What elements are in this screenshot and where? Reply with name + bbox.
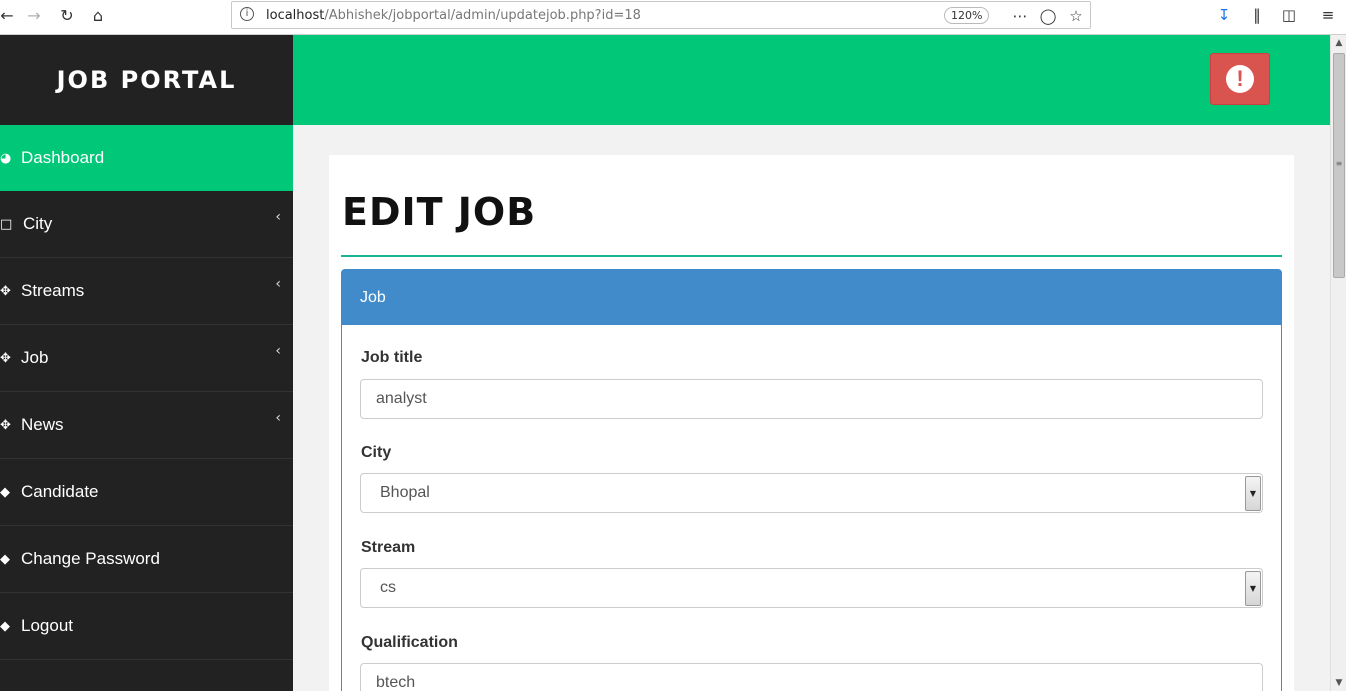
diamond-icon: ◆	[0, 618, 10, 634]
diamond-icon: ◆	[0, 484, 10, 500]
sidebar-item-label: Streams	[21, 281, 85, 300]
page-title: EDIT JOB	[342, 190, 537, 234]
pocket-icon[interactable]: ◯	[1038, 6, 1058, 26]
home-icon[interactable]: ⌂	[85, 3, 111, 27]
chevron-left-icon: ‹	[275, 276, 281, 292]
page-actions-icon[interactable]: ⋯	[1010, 6, 1030, 26]
chevron-left-icon: ‹	[275, 410, 281, 426]
qualification-input[interactable]: btech	[360, 663, 1263, 691]
sidebar-item-label: Change Password	[21, 549, 160, 568]
download-icon[interactable]: ↧	[1213, 4, 1235, 26]
sidebar-item-dashboard[interactable]: ◕ Dashboard	[0, 125, 293, 191]
grip-icon: ≡	[1335, 159, 1343, 168]
chevron-left-icon: ‹	[275, 209, 281, 225]
sidebar-toggle-icon[interactable]: ◫	[1278, 4, 1300, 26]
city-selected-value: Bhopal	[380, 484, 430, 501]
city-label: City	[361, 444, 392, 461]
browser-toolbar: ← → ↻ ⌂ i localhost/Abhishek/jobportal/a…	[0, 0, 1346, 35]
sidebar-item-logout[interactable]: ◆ Logout	[0, 593, 293, 660]
bookmark-star-icon[interactable]: ☆	[1066, 6, 1086, 26]
qualification-label: Qualification	[361, 634, 458, 651]
url-path: /Abhishek/jobportal/admin/updatejob.php?…	[324, 8, 641, 23]
info-icon[interactable]: i	[240, 7, 254, 21]
job-panel: Job Job title analyst City Bhopal ▼ Stre…	[341, 269, 1282, 691]
library-icon[interactable]: ‖	[1246, 4, 1268, 26]
url-host: localhost	[266, 8, 325, 23]
sidebar-item-city[interactable]: □ City ‹	[0, 191, 293, 258]
page-scrollbar[interactable]: ▲ ≡ ▼	[1330, 35, 1346, 691]
sidebar-item-label: Candidate	[21, 482, 99, 501]
back-arrow-icon[interactable]: ←	[0, 3, 20, 27]
reload-icon[interactable]: ↻	[54, 3, 80, 27]
zoom-level-badge[interactable]: 120%	[944, 7, 990, 24]
sitemap-icon: ✥	[0, 417, 11, 433]
sidebar-item-news[interactable]: ✥ News ‹	[0, 392, 293, 459]
sitemap-icon: ✥	[0, 350, 11, 366]
city-select[interactable]: Bhopal ▼	[360, 473, 1263, 513]
sidebar: JOB PORTAL ◕ Dashboard □ City ‹ ✥ Stream…	[0, 35, 293, 691]
job-title-input[interactable]: analyst	[360, 379, 1263, 419]
panel-heading: Job	[342, 270, 1281, 325]
scroll-down-arrow-icon[interactable]: ▼	[1331, 675, 1346, 691]
chevron-left-icon: ‹	[275, 343, 281, 359]
sidebar-item-candidate[interactable]: ◆ Candidate	[0, 459, 293, 526]
scroll-up-arrow-icon[interactable]: ▲	[1331, 35, 1346, 51]
sidebar-item-label: Logout	[21, 616, 73, 635]
stream-select[interactable]: cs ▼	[360, 568, 1263, 608]
url-text[interactable]: localhost/Abhishek/jobportal/admin/updat…	[266, 8, 641, 23]
menu-icon[interactable]: ≡	[1317, 4, 1339, 26]
dropdown-arrow-icon[interactable]: ▼	[1245, 571, 1261, 606]
stream-selected-value: cs	[380, 579, 396, 596]
alert-button[interactable]: !	[1210, 53, 1270, 105]
scrollbar-thumb[interactable]: ≡	[1333, 53, 1345, 278]
title-divider	[341, 255, 1282, 257]
sidebar-item-change-password[interactable]: ◆ Change Password	[0, 526, 293, 593]
diamond-icon: ◆	[0, 551, 10, 567]
dropdown-arrow-icon[interactable]: ▼	[1245, 476, 1261, 511]
dashboard-icon: ◕	[0, 150, 12, 166]
sidebar-item-label: City	[23, 214, 53, 233]
sidebar-item-streams[interactable]: ✥ Streams ‹	[0, 258, 293, 325]
top-header: !	[293, 35, 1330, 125]
forward-arrow-icon[interactable]: →	[21, 3, 47, 27]
stream-label: Stream	[361, 539, 416, 556]
job-title-label: Job title	[361, 349, 423, 366]
brand-title[interactable]: JOB PORTAL	[0, 35, 293, 125]
sidebar-item-label: News	[21, 415, 64, 434]
url-bar[interactable]: i localhost/Abhishek/jobportal/admin/upd…	[231, 1, 1091, 29]
sidebar-item-label: Job	[21, 348, 49, 367]
exclamation-circle-icon: !	[1226, 65, 1254, 93]
sitemap-icon: ✥	[0, 283, 11, 299]
desktop-icon: □	[0, 216, 13, 232]
sidebar-item-job[interactable]: ✥ Job ‹	[0, 325, 293, 392]
sidebar-item-label: Dashboard	[21, 148, 105, 167]
